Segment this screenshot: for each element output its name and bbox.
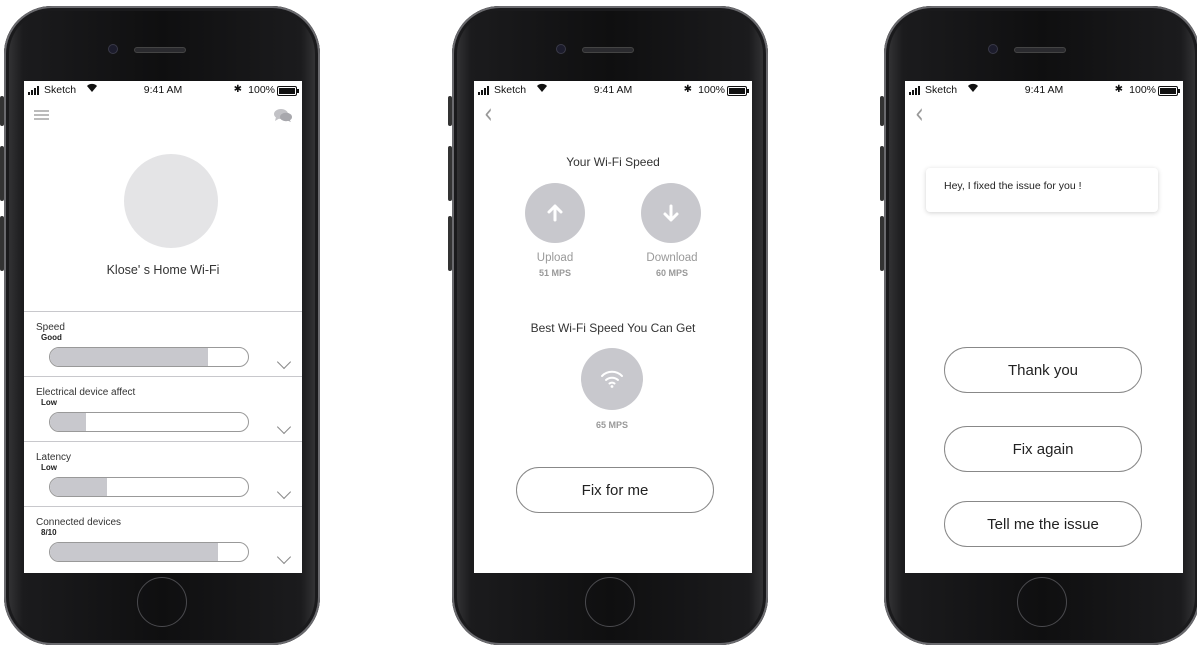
screen-wifi-speed: Sketch 9:41 AM ✱ 100% ‹ Your Wi-Fi Speed… (474, 81, 752, 573)
back-icon[interactable]: ‹ (484, 98, 493, 131)
status-bar: Sketch 9:41 AM ✱ 100% (24, 83, 302, 98)
menu-icon[interactable] (34, 110, 49, 120)
thank-you-button[interactable]: Thank you (944, 347, 1142, 393)
download-value: 60 MPS (655, 268, 688, 278)
home-button[interactable] (1017, 577, 1067, 627)
network-name: Klose' s Home Wi-Fi (106, 263, 220, 277)
best-speed-value: 65 MPS (595, 420, 628, 430)
speaker (134, 47, 186, 53)
battery-icon (1158, 86, 1180, 96)
chat-icon[interactable] (273, 108, 293, 123)
camera (556, 44, 566, 54)
screen-network-overview: Sketch 9:41 AM ✱ 100% Klose' s Home Wi-F… (24, 81, 302, 573)
camera (988, 44, 998, 54)
metric-latency[interactable]: Latency Low (24, 441, 302, 506)
fix-for-me-button[interactable]: Fix for me (516, 467, 714, 513)
message-bubble: Hey, I fixed the issue for you ! (926, 168, 1158, 212)
phone-frame-1: Sketch 9:41 AM ✱ 100% Klose' s Home Wi-F… (0, 6, 320, 645)
upload-arrow-icon (547, 204, 563, 222)
download-arrow-icon (663, 204, 679, 222)
bluetooth-icon: ✱ (1114, 84, 1123, 95)
metric-progress-bar (49, 412, 249, 432)
metric-progress-bar (49, 542, 249, 562)
chevron-down-icon[interactable] (276, 354, 292, 370)
battery-percent: 100% (698, 84, 725, 96)
upload-value: 51 MPS (538, 268, 571, 278)
chevron-down-icon[interactable] (276, 549, 292, 565)
network-avatar (124, 154, 218, 248)
download-label: Download (646, 252, 698, 264)
battery-icon (727, 86, 749, 96)
phone-frame-3: Sketch 9:41 AM ✱ 100% ‹ Hey, I fixed the… (880, 6, 1197, 645)
metric-label: Electrical device affect (36, 387, 136, 398)
upload-label: Upload (536, 252, 574, 264)
bluetooth-icon: ✱ (233, 84, 242, 95)
speaker (582, 47, 634, 53)
metric-label: Latency (36, 452, 72, 463)
battery-percent: 100% (248, 84, 275, 96)
fix-again-button[interactable]: Fix again (944, 426, 1142, 472)
metric-connected-devices[interactable]: Connected devices 8/10 (24, 506, 302, 571)
metric-value: Good (41, 333, 62, 342)
screen-chat-result: Sketch 9:41 AM ✱ 100% ‹ Hey, I fixed the… (905, 81, 1183, 573)
metric-electrical-device[interactable]: Electrical device affect Low (24, 376, 302, 441)
best-speed-circle (581, 348, 643, 410)
metric-progress-bar (49, 347, 249, 367)
metric-speed[interactable]: Speed Good (24, 311, 302, 376)
tell-me-the-issue-button[interactable]: Tell me the issue (944, 501, 1142, 547)
download-circle (641, 183, 701, 243)
wifi-icon (601, 370, 623, 388)
status-bar: Sketch 9:41 AM ✱ 100% (474, 83, 752, 98)
best-speed-title: Best Wi-Fi Speed You Can Get (530, 321, 696, 335)
metric-label: Connected devices (36, 517, 122, 528)
speed-title: Your Wi-Fi Speed (566, 155, 660, 169)
home-button[interactable] (137, 577, 187, 627)
camera (108, 44, 118, 54)
metric-value: Low (41, 463, 57, 472)
metric-value: Low (41, 398, 57, 407)
metric-progress-bar (49, 477, 249, 497)
bluetooth-icon: ✱ (683, 84, 692, 95)
speaker (1014, 47, 1066, 53)
status-bar: Sketch 9:41 AM ✱ 100% (905, 83, 1183, 98)
chevron-down-icon[interactable] (276, 419, 292, 435)
upload-circle (525, 183, 585, 243)
back-icon[interactable]: ‹ (915, 98, 924, 131)
metric-value: 8/10 (41, 528, 57, 537)
battery-icon (277, 86, 299, 96)
metric-label: Speed (36, 322, 65, 333)
chevron-down-icon[interactable] (276, 484, 292, 500)
home-button[interactable] (585, 577, 635, 627)
battery-percent: 100% (1129, 84, 1156, 96)
phone-frame-2: Sketch 9:41 AM ✱ 100% ‹ Your Wi-Fi Speed… (448, 6, 768, 645)
